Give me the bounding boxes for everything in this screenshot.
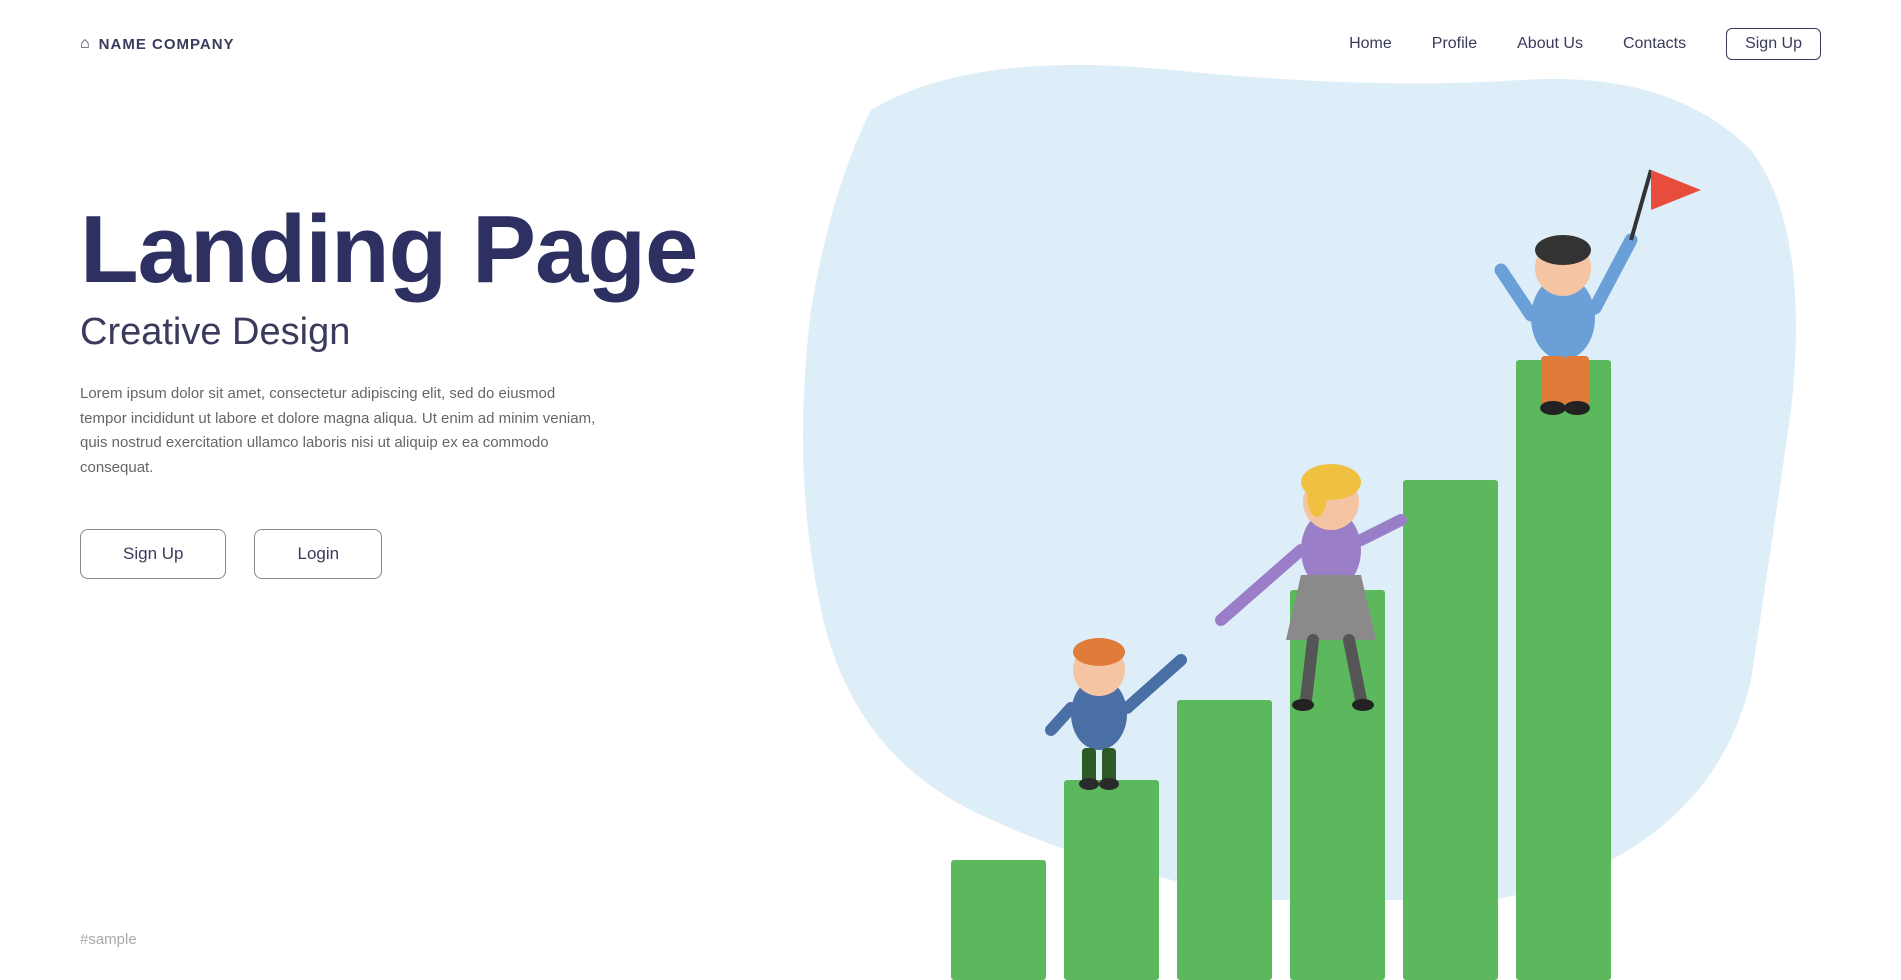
person2-arm-l — [1221, 550, 1301, 620]
person3-arm-r — [1595, 240, 1631, 308]
person2-arm-r — [1361, 520, 1401, 540]
nav-profile[interactable]: Profile — [1432, 35, 1477, 53]
nav-about[interactable]: About Us — [1517, 35, 1583, 53]
logo-text: NAME COMPANY — [99, 36, 235, 53]
person2-shoe-r — [1352, 699, 1374, 711]
hero-login-button[interactable]: Login — [254, 529, 382, 579]
nav-home[interactable]: Home — [1349, 35, 1392, 53]
person3-shoe-r — [1564, 401, 1590, 415]
illustration — [841, 160, 1841, 980]
hero-buttons: Sign Up Login — [80, 529, 697, 579]
bar-2 — [1064, 780, 1159, 980]
bar-4 — [1290, 590, 1385, 980]
bar-5 — [1403, 480, 1498, 980]
hero-title: Landing Page — [80, 200, 697, 301]
person3-arm-l — [1501, 270, 1531, 315]
flag — [1651, 170, 1701, 210]
person3-hair — [1535, 235, 1591, 265]
logo: ⌂ NAME COMPANY — [80, 35, 235, 53]
bar-6 — [1516, 360, 1611, 980]
footer-tag: #sample — [80, 931, 137, 948]
bar-3 — [1177, 700, 1272, 980]
person2-skirt — [1286, 575, 1376, 640]
nav-signup-button[interactable]: Sign Up — [1726, 28, 1821, 60]
illustration-svg — [841, 160, 1841, 980]
header: ⌂ NAME COMPANY Home Profile About Us Con… — [0, 0, 1901, 60]
hero-section: Landing Page Creative Design Lorem ipsum… — [80, 200, 697, 579]
bar-1 — [951, 860, 1046, 980]
person2-shoe-l — [1292, 699, 1314, 711]
person1-shoe-l — [1079, 778, 1099, 790]
person1-arm-r — [1127, 660, 1181, 708]
person3-shoe-l — [1540, 401, 1566, 415]
navigation: Home Profile About Us Contacts Sign Up — [1349, 28, 1821, 60]
person3-pants-l — [1541, 356, 1565, 406]
person1-hair — [1073, 638, 1125, 666]
person1-shoe-r — [1099, 778, 1119, 790]
hero-signup-button[interactable]: Sign Up — [80, 529, 226, 579]
person2-leg-l — [1306, 640, 1313, 700]
person2-hair-side — [1307, 473, 1327, 517]
flag-pole — [1631, 170, 1651, 240]
hero-body-text: Lorem ipsum dolor sit amet, consectetur … — [80, 382, 600, 481]
person1-arm-l — [1051, 708, 1071, 730]
nav-contacts[interactable]: Contacts — [1623, 35, 1686, 53]
hero-subtitle: Creative Design — [80, 311, 697, 354]
person3-pants-r — [1565, 356, 1589, 406]
home-icon: ⌂ — [80, 35, 91, 53]
